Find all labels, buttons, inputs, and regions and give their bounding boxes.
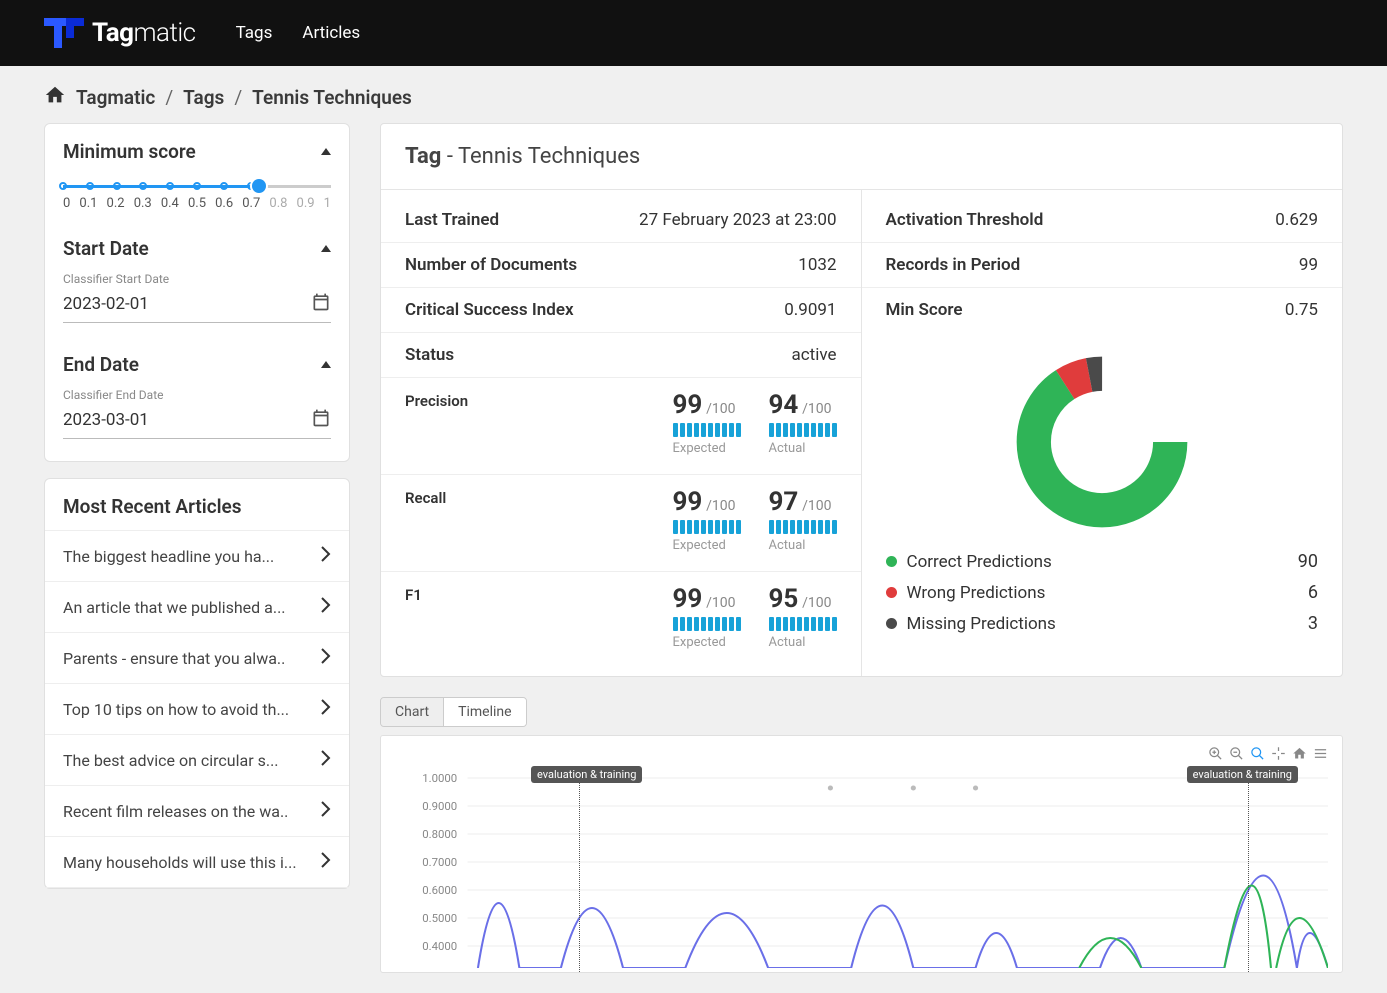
list-item[interactable]: Parents - ensure that you alwa.. (45, 633, 349, 684)
chart-tabs: Chart Timeline (380, 697, 527, 727)
list-item[interactable]: The best advice on circular s... (45, 735, 349, 786)
stats-left: Last Trained27 February 2023 at 23:00Num… (381, 190, 862, 676)
calendar-icon[interactable] (311, 292, 331, 316)
zoom-in-icon[interactable] (1208, 746, 1223, 765)
metric-recall: Recall99 /100Expected97 /100Actual (381, 474, 861, 571)
chevron-right-icon (321, 597, 331, 617)
brand-logo[interactable]: Tagmatic (44, 18, 196, 48)
end-date-field[interactable]: 2023-03-01 (63, 404, 331, 439)
stat-row: Critical Success Index0.9091 (381, 287, 861, 332)
start-date-field[interactable]: 2023-02-01 (63, 288, 331, 323)
svg-text:0.6000: 0.6000 (422, 884, 457, 897)
donut-legend: Correct Predictions90 Wrong Predictions6… (886, 546, 1319, 639)
main: Tag - Tennis Techniques Last Trained27 F… (380, 123, 1343, 973)
tab-chart[interactable]: Chart (381, 698, 443, 726)
svg-text:1.0000: 1.0000 (422, 772, 457, 785)
article-title: Top 10 tips on how to avoid th... (63, 700, 289, 719)
min-score-header[interactable]: Minimum score (45, 124, 349, 175)
stat-row: Min Score0.75 (862, 287, 1343, 332)
chevron-right-icon (321, 648, 331, 668)
article-title: The best advice on circular s... (63, 751, 279, 770)
breadcrumb: Tagmatic/ Tags / Tennis Techniques (0, 66, 1387, 123)
svg-text:0.5000: 0.5000 (422, 912, 457, 925)
caret-up-icon (321, 245, 331, 252)
pan-icon[interactable] (1271, 746, 1286, 765)
list-item[interactable]: Many households will use this i... (45, 837, 349, 888)
predictions-donut (1012, 352, 1192, 532)
article-title: Recent film releases on the wa.. (63, 802, 288, 821)
list-item[interactable]: Top 10 tips on how to avoid th... (45, 684, 349, 735)
legend-wrong: Wrong Predictions6 (886, 577, 1319, 608)
article-title: Parents - ensure that you alwa.. (63, 649, 285, 668)
min-score-title: Minimum score (63, 140, 196, 163)
chart-annotation-1: evaluation & training (531, 766, 642, 783)
zoom-out-icon[interactable] (1229, 746, 1244, 765)
donut-area: Correct Predictions90 Wrong Predictions6… (862, 332, 1343, 659)
stat-row: Activation Threshold0.629 (862, 198, 1343, 242)
article-title: Many households will use this i... (63, 853, 297, 872)
article-list: The biggest headline you ha... An article… (45, 530, 349, 888)
end-date-label: Classifier End Date (63, 388, 331, 402)
menu-icon[interactable] (1313, 746, 1328, 765)
tab-timeline[interactable]: Timeline (443, 698, 525, 726)
breadcrumb-leaf: Tennis Techniques (252, 86, 412, 109)
nav-links: Tags Articles (236, 23, 361, 43)
chevron-right-icon (321, 699, 331, 719)
end-date-header[interactable]: End Date (45, 345, 349, 388)
chart-panel: evaluation & training evaluation & train… (380, 735, 1343, 973)
chevron-right-icon (321, 852, 331, 872)
recent-title: Most Recent Articles (63, 495, 242, 518)
list-item[interactable]: The biggest headline you ha... (45, 531, 349, 582)
home-icon[interactable] (1292, 746, 1307, 765)
nav-link-articles[interactable]: Articles (302, 23, 360, 43)
zoom-selection-icon[interactable] (1250, 746, 1265, 765)
metric-f1: F199 /100Expected95 /100Actual (381, 571, 861, 668)
svg-text:0.7000: 0.7000 (422, 856, 457, 869)
logo-mark-icon (44, 18, 84, 48)
recent-articles-panel: Most Recent Articles The biggest headlin… (44, 478, 350, 889)
chart-toolbar (1208, 746, 1328, 765)
caret-up-icon (321, 361, 331, 368)
svg-text:0.4000: 0.4000 (422, 940, 457, 953)
calendar-icon[interactable] (311, 408, 331, 432)
start-date-label: Classifier Start Date (63, 272, 331, 286)
article-title: The biggest headline you ha... (63, 547, 274, 566)
chevron-right-icon (321, 801, 331, 821)
end-date-title: End Date (63, 353, 139, 376)
list-item[interactable]: An article that we published a... (45, 582, 349, 633)
stat-row: Last Trained27 February 2023 at 23:00 (381, 198, 861, 242)
slider-thumb[interactable] (252, 179, 266, 193)
breadcrumb-tags[interactable]: Tags (183, 86, 224, 109)
tag-card: Tag - Tennis Techniques Last Trained27 F… (380, 123, 1343, 677)
min-score-slider[interactable]: 00.10.20.30.40.50.60.70.80.91 (63, 185, 331, 211)
breadcrumb-root[interactable]: Tagmatic (76, 86, 155, 109)
slider-labels: 00.10.20.30.40.50.60.70.80.91 (63, 196, 331, 211)
stat-row: Records in Period99 (862, 242, 1343, 287)
start-date-title: Start Date (63, 237, 149, 260)
stat-row: Statusactive (381, 332, 861, 377)
svg-text:0.8000: 0.8000 (422, 828, 457, 841)
stats-right: Activation Threshold0.629Records in Peri… (862, 190, 1343, 676)
brand-text: Tagmatic (92, 18, 196, 48)
start-date-header[interactable]: Start Date (45, 229, 349, 272)
filters-panel: Minimum score 00.10.20.30.40.50.60.70.80… (44, 123, 350, 462)
tag-heading: Tag - Tennis Techniques (381, 124, 1342, 190)
list-item[interactable]: Recent film releases on the wa.. (45, 786, 349, 837)
legend-missing: Missing Predictions3 (886, 608, 1319, 639)
chevron-right-icon (321, 546, 331, 566)
metric-precision: Precision99 /100Expected94 /100Actual (381, 377, 861, 474)
home-icon[interactable] (44, 84, 66, 111)
legend-correct: Correct Predictions90 (886, 546, 1319, 577)
start-date-value: 2023-02-01 (63, 294, 149, 314)
caret-up-icon (321, 148, 331, 155)
stat-row: Number of Documents1032 (381, 242, 861, 287)
chart-annotation-2: evaluation & training (1187, 766, 1298, 783)
nav-link-tags[interactable]: Tags (236, 23, 273, 43)
end-date-value: 2023-03-01 (63, 410, 149, 430)
sidebar: Minimum score 00.10.20.30.40.50.60.70.80… (44, 123, 350, 889)
chevron-right-icon (321, 750, 331, 770)
article-title: An article that we published a... (63, 598, 286, 617)
navbar: Tagmatic Tags Articles (0, 0, 1387, 66)
svg-text:0.9000: 0.9000 (422, 800, 457, 813)
